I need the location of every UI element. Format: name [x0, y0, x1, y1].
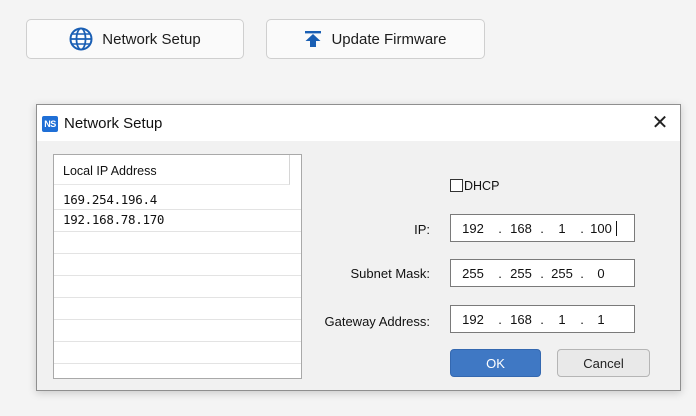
octet-separator: . — [580, 265, 584, 281]
subnet-octet-1[interactable]: 255 — [451, 266, 495, 281]
octet-separator: . — [580, 311, 584, 327]
gateway-octet-3[interactable]: 1 — [547, 312, 577, 327]
dialog-titlebar[interactable]: NS Network Setup ✕ — [37, 105, 680, 141]
upload-icon — [304, 30, 322, 48]
row-divider — [54, 297, 301, 298]
octet-separator: . — [540, 220, 544, 236]
row-divider — [54, 363, 301, 364]
octet-separator: . — [540, 265, 544, 281]
ip-octet-2[interactable]: 168 — [505, 221, 537, 236]
update-firmware-label: Update Firmware — [331, 30, 447, 48]
row-divider — [54, 341, 301, 342]
globe-icon — [69, 27, 93, 51]
gateway-octet-1[interactable]: 192 — [451, 312, 495, 327]
row-divider — [54, 253, 301, 254]
ip-octet-4[interactable]: 100 — [587, 221, 615, 236]
subnet-octet-3[interactable]: 255 — [547, 266, 577, 281]
subnet-mask-label: Subnet Mask: — [350, 266, 431, 281]
ok-button[interactable]: OK — [450, 349, 541, 377]
subnet-octet-2[interactable]: 255 — [505, 266, 537, 281]
update-firmware-button[interactable]: Update Firmware — [266, 19, 485, 59]
text-caret — [616, 220, 617, 236]
cancel-button[interactable]: Cancel — [557, 349, 650, 377]
dialog-title: Network Setup — [64, 115, 163, 132]
octet-separator: . — [498, 220, 502, 236]
list-column-header[interactable]: Local IP Address — [54, 155, 290, 185]
close-icon[interactable]: ✕ — [648, 111, 672, 135]
app-icon: NS — [42, 116, 58, 132]
ip-octet-3[interactable]: 1 — [547, 221, 577, 236]
subnet-mask-input[interactable]: 255 . 255 . 255 . 0 — [450, 259, 635, 287]
network-setup-button[interactable]: Network Setup — [26, 19, 244, 59]
list-item[interactable]: 192.168.78.170 — [63, 212, 164, 227]
row-divider — [54, 209, 301, 210]
list-item[interactable]: 169.254.196.4 — [63, 192, 157, 207]
octet-separator: . — [498, 311, 502, 327]
gateway-address-label: Gateway Address: — [324, 314, 431, 329]
subnet-octet-4[interactable]: 0 — [587, 266, 615, 281]
network-setup-dialog: NS Network Setup ✕ Local IP Address 169.… — [36, 104, 681, 391]
gateway-octet-4[interactable]: 1 — [587, 312, 615, 327]
gateway-octet-2[interactable]: 168 — [505, 312, 537, 327]
octet-separator: . — [540, 311, 544, 327]
dhcp-label: DHCP — [464, 179, 500, 193]
octet-separator: . — [498, 265, 502, 281]
gateway-address-input[interactable]: 192 . 168 . 1 . 1 — [450, 305, 635, 333]
network-setup-label: Network Setup — [102, 30, 201, 48]
ip-label: IP: — [414, 222, 430, 237]
dhcp-checkbox[interactable] — [450, 179, 463, 192]
ip-octet-1[interactable]: 192 — [451, 221, 495, 236]
ip-address-input[interactable]: 192 . 168 . 1 . 100 — [450, 214, 635, 242]
octet-separator: . — [580, 220, 584, 236]
